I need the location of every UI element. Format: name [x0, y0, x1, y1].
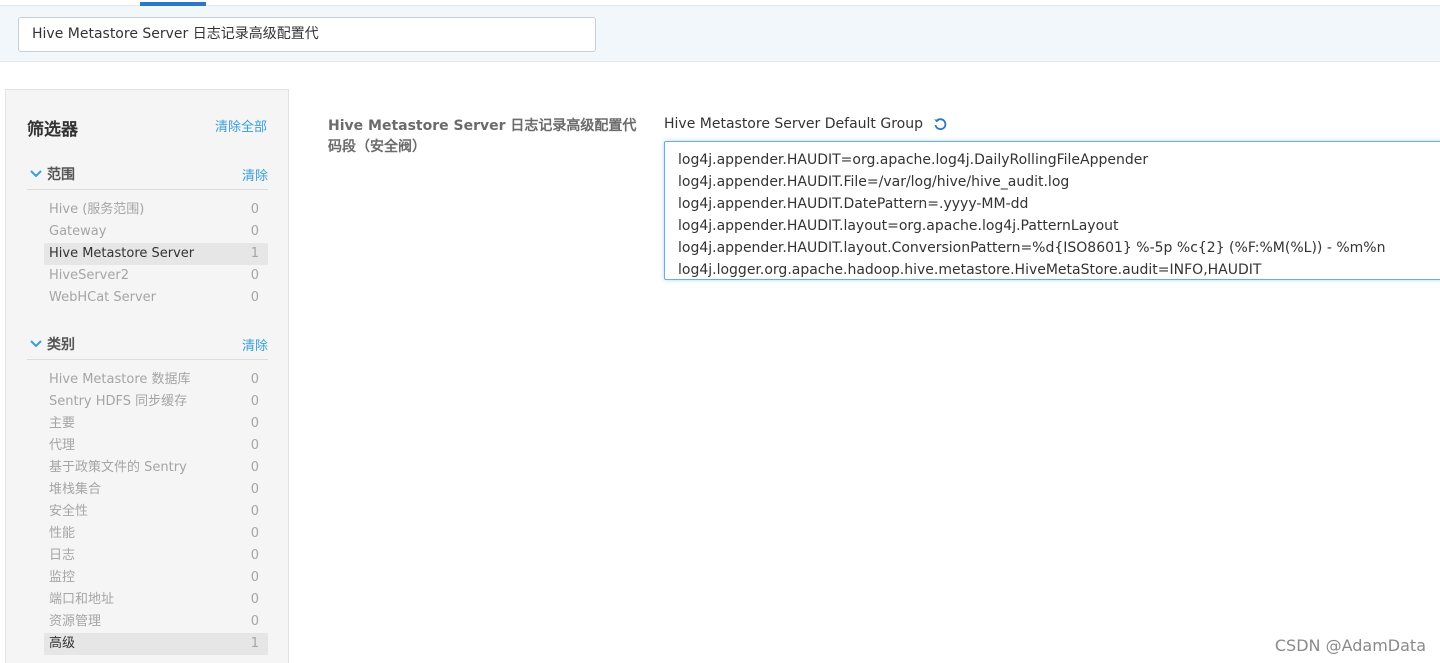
facet-item-count: 0: [250, 438, 259, 453]
facet-item-label: WebHCat Server: [49, 290, 157, 305]
facet-item-label: 堆栈集合: [49, 482, 102, 497]
refresh-icon[interactable]: [933, 117, 947, 131]
search-input[interactable]: Hive Metastore Server 日志记录高级配置代: [18, 17, 596, 52]
facet-item-count: 0: [250, 548, 259, 563]
facet-item-count: 1: [250, 636, 259, 651]
facet-item[interactable]: 安全性 0: [44, 501, 268, 523]
facet-item[interactable]: HiveServer2 0: [44, 265, 268, 287]
facet-item-count: 0: [250, 394, 259, 409]
config-value-textarea[interactable]: log4j.appender.HAUDIT=org.apache.log4j.D…: [664, 141, 1440, 280]
category-clear-link[interactable]: 清除: [242, 335, 268, 354]
facet-item-count: 0: [250, 592, 259, 607]
config-line: log4j.appender.HAUDIT.layout=org.apache.…: [678, 218, 1119, 234]
group-name: Hive Metastore Server Default Group: [664, 116, 923, 132]
facet-item[interactable]: 性能 0: [44, 523, 268, 545]
chevron-down-icon: [30, 170, 42, 178]
facet-item[interactable]: WebHCat Server 0: [44, 287, 268, 309]
facet-item-label: Hive Metastore 数据库: [49, 372, 191, 387]
config-line: log4j.appender.HAUDIT.File=/var/log/hive…: [678, 174, 1070, 190]
facet-item-label: 基于政策文件的 Sentry: [49, 460, 187, 475]
config-line: log4j.appender.HAUDIT=org.apache.log4j.D…: [678, 152, 1149, 168]
facet-item-label: 高级: [49, 636, 76, 651]
facet-item-count: 0: [250, 504, 259, 519]
facet-item-count: 0: [250, 460, 259, 475]
facet-item-count: 0: [250, 202, 259, 217]
facet-item-count: 0: [250, 526, 259, 541]
facet-item[interactable]: Gateway 0: [44, 221, 268, 243]
active-tab-indicator: [140, 2, 206, 6]
facet-item-label: Gateway: [49, 224, 107, 239]
facet-item[interactable]: 日志 0: [44, 545, 268, 567]
facet-item-count: 0: [250, 416, 259, 431]
scope-title: 范围: [47, 167, 75, 183]
facet-item[interactable]: 监控 0: [44, 567, 268, 589]
facet-item[interactable]: 高级 1: [44, 633, 268, 655]
facet-item[interactable]: Hive Metastore 数据库 0: [44, 369, 268, 391]
facet-item-label: 安全性: [49, 504, 89, 519]
facet-item[interactable]: 资源管理 0: [44, 611, 268, 633]
facet-item-label: 代理: [49, 438, 76, 453]
facet-item[interactable]: 主要 0: [44, 413, 268, 435]
facet-item-count: 0: [250, 482, 259, 497]
category-section-header[interactable]: 类别 清除: [27, 334, 268, 360]
facet-item-count: 1: [250, 246, 259, 261]
facet-item[interactable]: Sentry HDFS 同步缓存 0: [44, 391, 268, 413]
facet-item-label: Hive (服务范围): [49, 202, 145, 217]
scope-clear-link[interactable]: 清除: [242, 165, 268, 184]
facet-item-count: 0: [250, 268, 259, 283]
facet-item-label: 端口和地址: [49, 592, 115, 607]
facet-item-label: 性能: [49, 526, 76, 541]
facet-item[interactable]: 端口和地址 0: [44, 589, 268, 611]
facet-item-count: 0: [250, 290, 259, 305]
facet-item[interactable]: 代理 0: [44, 435, 268, 457]
facet-item[interactable]: 堆栈集合 0: [44, 479, 268, 501]
filter-sidebar: 筛选器 清除全部 范围 清除 Hive (服务范围) 0 Gateway 0 Hive …: [5, 89, 289, 663]
config-line: log4j.appender.HAUDIT.DatePattern=.yyyy-…: [678, 196, 1029, 212]
facet-item-count: 0: [250, 614, 259, 629]
facet-item[interactable]: 基于政策文件的 Sentry 0: [44, 457, 268, 479]
category-title: 类别: [47, 337, 75, 353]
top-toolbar: Hive Metastore Server 日志记录高级配置代: [0, 0, 1440, 62]
facet-item[interactable]: Hive Metastore Server 1: [44, 243, 268, 265]
watermark: CSDN @AdamData: [1274, 636, 1426, 655]
property-label: Hive Metastore Server 日志记录高级配置代码段（安全阀）: [328, 118, 637, 155]
facet-item[interactable]: Hive (服务范围) 0: [44, 199, 268, 221]
facet-item-label: Hive Metastore Server: [49, 246, 195, 261]
config-line: log4j.appender.HAUDIT.layout.ConversionP…: [678, 240, 1386, 256]
chevron-down-icon: [30, 340, 42, 348]
facet-item-label: HiveServer2: [49, 268, 129, 283]
category-list: Hive Metastore 数据库 0 Sentry HDFS 同步缓存 0 主要 0 代…: [44, 369, 268, 655]
top-tab-strip: [0, 0, 1440, 6]
facet-item-label: 资源管理: [49, 614, 102, 629]
facet-item-label: 日志: [49, 548, 76, 563]
scope-list: Hive (服务范围) 0 Gateway 0 Hive Metastore Serve…: [44, 199, 268, 309]
facet-item-count: 0: [250, 224, 259, 239]
filter-title: 筛选器: [27, 120, 78, 140]
facet-item-label: Sentry HDFS 同步缓存: [49, 394, 188, 409]
config-line: log4j.logger.org.apache.hadoop.hive.meta…: [678, 262, 1262, 278]
facet-item-label: 主要: [49, 416, 76, 431]
facet-item-label: 监控: [49, 570, 76, 585]
facet-item-count: 0: [250, 372, 259, 387]
clear-all-link[interactable]: 清除全部: [215, 116, 267, 135]
facet-item-count: 0: [250, 570, 259, 585]
group-label-row: Hive Metastore Server Default Group: [664, 116, 947, 132]
scope-section-header[interactable]: 范围 清除: [27, 164, 268, 190]
